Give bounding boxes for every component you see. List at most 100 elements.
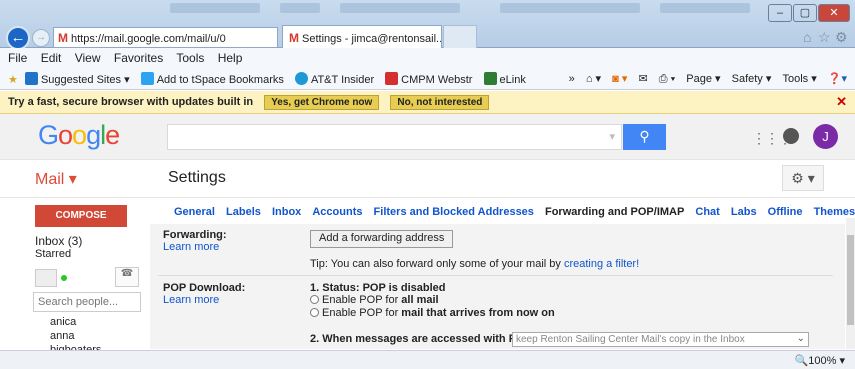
mail-dropdown[interactable]: Mail ▾ <box>35 169 77 189</box>
close-window-button[interactable]: ✕ <box>818 4 850 22</box>
pop-learn-more-link[interactable]: Learn more <box>163 294 219 306</box>
fav-att-insider[interactable]: AT&T Insider <box>294 72 374 86</box>
tab-settings[interactable]: MSettings - jimca@rentonsail...× <box>282 25 442 48</box>
print-icon[interactable]: ⎙ ▾ <box>659 73 675 85</box>
logo-letter: g <box>86 120 101 150</box>
pop-option-all-mail[interactable]: Enable POP for all mail <box>310 294 439 306</box>
tab-themes[interactable]: Themes <box>814 206 855 218</box>
mail-search-input[interactable]: ▾ <box>167 124 622 150</box>
fav-label: CMPM Webstr <box>401 74 473 86</box>
forwarding-label: Forwarding: <box>163 229 227 241</box>
menu-help[interactable]: Help <box>218 51 243 65</box>
site-icon <box>140 72 154 85</box>
compose-button[interactable]: COMPOSE <box>35 205 127 227</box>
chevron-down-icon[interactable]: ▾ <box>609 130 615 143</box>
fav-elink[interactable]: eLink <box>483 72 526 86</box>
site-icon <box>24 72 38 85</box>
add-forwarding-address-button[interactable]: Add a forwarding address <box>310 230 454 248</box>
fav-suggested-sites[interactable]: Suggested Sites ▾ <box>24 72 130 86</box>
menu-favorites[interactable]: Favorites <box>114 51 163 65</box>
fav-cmpm[interactable]: CMPM Webstr <box>385 72 473 86</box>
tab-offline[interactable]: Offline <box>768 206 803 218</box>
menu-edit[interactable]: Edit <box>41 51 62 65</box>
site-icon <box>385 72 399 85</box>
command-safety[interactable]: Safety ▾ <box>732 73 772 85</box>
tab-labels[interactable]: Labels <box>226 206 261 218</box>
maximize-button[interactable]: ▢ <box>793 4 817 22</box>
chevron-down-icon: ⌄ <box>796 333 805 344</box>
fav-tspace[interactable]: Add to tSpace Bookmarks <box>140 72 284 86</box>
globe-icon <box>294 72 308 85</box>
logo-letter: o <box>58 120 73 150</box>
forwarding-learn-more-link[interactable]: Learn more <box>163 241 219 253</box>
forward-arrow-icon[interactable]: → <box>32 29 50 47</box>
blurred-background-text <box>660 3 750 13</box>
forwarding-tip: Tip: You can also forward only some of y… <box>310 258 639 270</box>
home-icon[interactable]: ⌂ <box>803 29 811 45</box>
fav-label: Suggested Sites ▾ <box>40 74 130 86</box>
blurred-background-text <box>280 3 320 13</box>
logo-letter: o <box>72 120 87 150</box>
search-people-input[interactable] <box>33 292 141 312</box>
menu-view[interactable]: View <box>75 51 101 65</box>
rss-icon[interactable]: ◙ ▾ <box>612 73 627 85</box>
pop-download-label: POP Download: <box>163 282 246 294</box>
gmail-header: Google ▾ ⚲ ⋮⋮⋮ J <box>0 114 855 160</box>
tab-filters[interactable]: Filters and Blocked Addresses <box>374 206 534 218</box>
chevron-more-icon[interactable]: » <box>569 73 575 85</box>
new-tab-button[interactable] <box>443 25 477 48</box>
zoom-level[interactable]: 🔍100% ▾ <box>795 354 845 367</box>
phone-icon[interactable]: ☎ <box>115 267 139 287</box>
sidebar-item-starred[interactable]: Starred <box>35 248 71 260</box>
get-chrome-button[interactable]: Yes, get Chrome now <box>264 95 380 110</box>
tab-labs[interactable]: Labs <box>731 206 757 218</box>
status-bar: 🔍100% ▾ <box>0 350 855 369</box>
page-title: Settings <box>168 169 226 186</box>
notifications-icon[interactable] <box>783 128 799 144</box>
command-tools[interactable]: Tools ▾ <box>782 73 816 85</box>
sidebar-item-inbox[interactable]: Inbox (3) <box>35 234 82 248</box>
contact-item[interactable]: anica <box>50 316 76 328</box>
address-bar[interactable]: Mhttps://mail.google.com/mail/u/0 <box>53 27 278 48</box>
minimize-button[interactable]: – <box>768 4 792 22</box>
contact-item[interactable]: anna <box>50 330 74 342</box>
radio-button[interactable] <box>310 308 319 317</box>
back-arrow-icon[interactable]: ← <box>6 26 30 50</box>
online-status-icon[interactable] <box>61 275 67 281</box>
home-icon[interactable]: ⌂ ▾ <box>586 73 601 85</box>
tab-forwarding-pop-imap[interactable]: Forwarding and POP/IMAP <box>545 206 684 218</box>
pop-status: 1. Status: POP is disabled <box>310 282 446 294</box>
settings-gear-button[interactable]: ⚙ ▾ <box>782 165 824 191</box>
tip-text: Tip: You can also forward only some of y… <box>310 258 561 270</box>
menu-file[interactable]: File <box>8 51 27 65</box>
blurred-background-text <box>170 3 260 13</box>
mail-icon[interactable]: ✉ <box>638 73 647 85</box>
pop-option-from-now[interactable]: Enable POP for mail that arrives from no… <box>310 307 555 319</box>
tab-accounts[interactable]: Accounts <box>312 206 362 218</box>
tab-general[interactable]: General <box>174 206 215 218</box>
not-interested-button[interactable]: No, not interested <box>390 95 490 110</box>
gear-icon[interactable]: ⚙ <box>835 29 848 46</box>
gmail-m-icon: M <box>289 31 299 45</box>
person-icon[interactable] <box>35 269 57 287</box>
avatar[interactable]: J <box>813 124 838 149</box>
menu-tools[interactable]: Tools <box>176 51 204 65</box>
favorites-star-icon[interactable]: ☆ <box>818 29 831 46</box>
google-logo[interactable]: Google <box>38 120 120 151</box>
radio-button[interactable] <box>310 295 319 304</box>
pop-access-label: 2. When messages are accessed with POP <box>310 333 532 345</box>
gmail-m-icon: M <box>58 31 68 45</box>
contact-item[interactable]: bigboaters <box>50 343 101 350</box>
pop-access-select[interactable]: keep Renton Sailing Center Mail's copy i… <box>512 332 809 347</box>
help-icon[interactable]: ❓▾ <box>828 73 847 85</box>
command-page[interactable]: Page ▾ <box>686 73 720 85</box>
close-icon[interactable]: ✕ <box>836 94 847 110</box>
tab-inbox[interactable]: Inbox <box>272 206 301 218</box>
favorites-star-icon[interactable]: ★ <box>8 74 18 86</box>
scrollbar-thumb[interactable] <box>847 235 854 325</box>
create-filter-link[interactable]: creating a filter! <box>564 258 639 270</box>
search-button[interactable]: ⚲ <box>623 124 666 150</box>
tab-chat[interactable]: Chat <box>695 206 719 218</box>
tab-title: Settings - jimca@rentonsail... <box>302 33 442 45</box>
option-bold-text: mail that arrives from now on <box>401 307 555 319</box>
